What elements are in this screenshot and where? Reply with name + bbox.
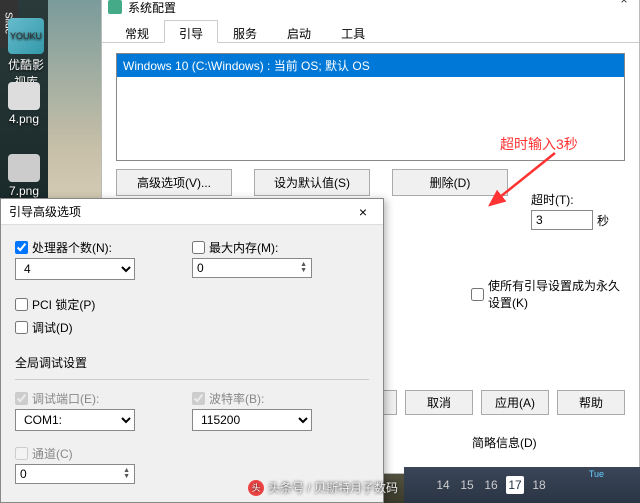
desktop-icon-youku[interactable]: YOUKU 优酷影视库 bbox=[4, 18, 48, 90]
debug-port-select[interactable]: COM1: bbox=[15, 409, 135, 431]
processor-count-select[interactable]: 4 bbox=[15, 258, 135, 280]
dialog-title: 引导高级选项 bbox=[9, 203, 81, 220]
image-icon bbox=[8, 82, 40, 110]
icon-label: 7.png bbox=[4, 184, 44, 198]
date-cell[interactable]: 18 bbox=[530, 476, 548, 494]
channel-input[interactable]: 0▲▼ bbox=[15, 464, 135, 484]
date-cell[interactable]: 16 bbox=[482, 476, 500, 494]
tab-startup[interactable]: 启动 bbox=[272, 20, 326, 43]
processor-count-checkbox[interactable]: 处理器个数(N): bbox=[15, 239, 192, 256]
msconfig-icon bbox=[108, 0, 122, 14]
set-default-button[interactable]: 设为默认值(S) bbox=[254, 169, 370, 196]
calendar-strip: Tue 14 15 16 17 18 bbox=[404, 467, 640, 503]
tab-bar: 常规 引导 服务 启动 工具 bbox=[102, 19, 639, 43]
day-label: Tue bbox=[589, 469, 604, 479]
desktop-icon-4png[interactable]: 4.png bbox=[4, 82, 44, 126]
cancel-button[interactable]: 取消 bbox=[405, 390, 473, 415]
timeout-input[interactable] bbox=[531, 210, 593, 230]
tab-services[interactable]: 服务 bbox=[218, 20, 272, 43]
timeout-unit: 秒 bbox=[597, 212, 609, 229]
image-icon bbox=[8, 154, 40, 182]
window-title: 系统配置 bbox=[128, 0, 176, 16]
max-memory-input[interactable]: 0▲▼ bbox=[192, 258, 312, 278]
max-memory-checkbox[interactable]: 最大内存(M): bbox=[192, 239, 369, 256]
delete-button[interactable]: 删除(D) bbox=[392, 169, 508, 196]
icon-label: 4.png bbox=[4, 112, 44, 126]
boot-advanced-options-dialog: 引导高级选项 × 处理器个数(N): 4 最大内存(M): 0▲▼ PCI 锁定… bbox=[0, 198, 384, 503]
debug-port-checkbox[interactable]: 调试端口(E): bbox=[15, 390, 192, 407]
permanent-checkbox[interactable]: 使所有引导设置成为永久设置(K) bbox=[471, 277, 621, 311]
spinner-icon[interactable]: ▲▼ bbox=[123, 468, 130, 480]
tab-general[interactable]: 常规 bbox=[110, 20, 164, 43]
toutiao-icon: 头 bbox=[248, 480, 264, 496]
brief-info-label: 简略信息(D) bbox=[472, 434, 537, 451]
help-button[interactable]: 帮助 bbox=[557, 390, 625, 415]
spinner-icon[interactable]: ▲▼ bbox=[300, 262, 307, 274]
debug-checkbox[interactable]: 调试(D) bbox=[15, 319, 369, 336]
baud-rate-checkbox[interactable]: 波特率(B): bbox=[192, 390, 369, 407]
annotation-timeout: 超时输入3秒 bbox=[500, 134, 578, 154]
baud-rate-select[interactable]: 115200 bbox=[192, 409, 312, 431]
date-cell[interactable]: 14 bbox=[434, 476, 452, 494]
advanced-options-button[interactable]: 高级选项(V)... bbox=[116, 169, 232, 196]
pci-lock-checkbox[interactable]: PCI 锁定(P) bbox=[15, 296, 369, 313]
close-icon[interactable]: × bbox=[351, 204, 375, 220]
channel-checkbox[interactable]: 通道(C) bbox=[15, 445, 195, 462]
tab-boot[interactable]: 引导 bbox=[164, 20, 218, 43]
close-icon[interactable]: × bbox=[609, 0, 639, 10]
tab-tools[interactable]: 工具 bbox=[326, 20, 380, 43]
date-cell-today[interactable]: 17 bbox=[506, 476, 524, 494]
boot-entry[interactable]: Windows 10 (C:\Windows) : 当前 OS; 默认 OS bbox=[117, 54, 624, 77]
watermark: 头 头条号 / 贝斯特月子数码 bbox=[248, 479, 398, 496]
date-cell[interactable]: 15 bbox=[458, 476, 476, 494]
youku-icon: YOUKU bbox=[8, 18, 44, 54]
desktop-icon-7png[interactable]: 7.png bbox=[4, 154, 44, 198]
global-debug-label: 全局调试设置 bbox=[15, 354, 369, 371]
apply-button[interactable]: 应用(A) bbox=[481, 390, 549, 415]
timeout-label: 超时(T): bbox=[531, 191, 609, 208]
